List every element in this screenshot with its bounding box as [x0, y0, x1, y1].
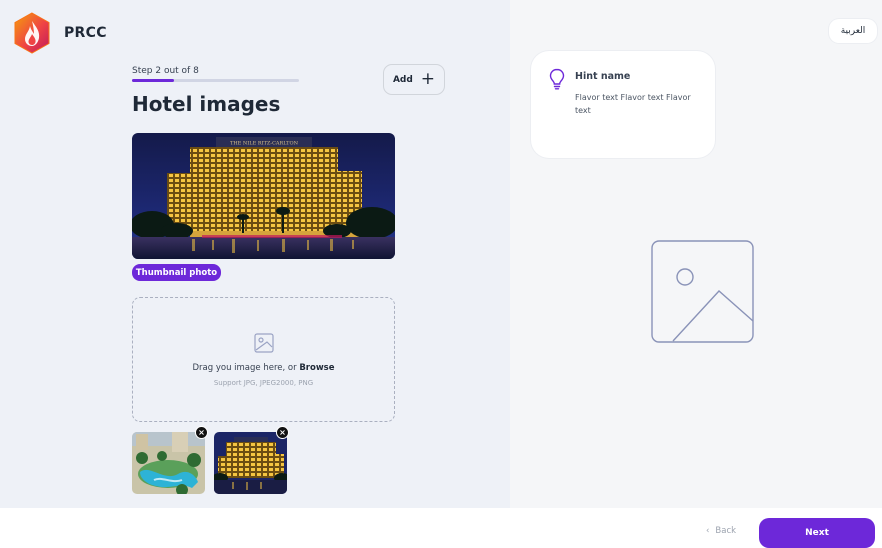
hint-title: Hint name	[575, 71, 631, 82]
progress-bar	[132, 79, 299, 82]
back-button[interactable]: ‹ Back	[706, 526, 736, 536]
image-placeholder-icon	[651, 240, 754, 343]
brand-name: PRCC	[64, 25, 107, 41]
remove-image-1-button[interactable]: ×	[195, 426, 208, 439]
hotel-night-photo-small	[214, 432, 287, 494]
uploaded-image-2[interactable]	[214, 432, 287, 494]
plus-icon: +	[420, 69, 436, 89]
hint-text: Flavor text Flavor text Flavor text	[575, 93, 691, 115]
next-button[interactable]: Next	[759, 518, 875, 548]
brand-logo[interactable]: PRCC	[12, 12, 107, 54]
flame-logo-icon	[14, 12, 50, 54]
dropzone-support-text: Support JPG, JPEG2000, PNG	[213, 379, 314, 387]
uploaded-image-1[interactable]	[132, 432, 205, 494]
image-icon	[253, 333, 274, 353]
progress-fill	[132, 79, 174, 82]
add-button[interactable]: Add +	[383, 64, 445, 95]
footer-bar	[0, 508, 882, 548]
language-toggle-button[interactable]: العربية	[829, 19, 877, 43]
dropzone-text: Drag you image here, or Browse	[192, 363, 335, 373]
chevron-left-icon: ‹	[706, 526, 710, 536]
hotel-sign-text: THE NILE RITZ-CARLTON	[230, 141, 299, 147]
thumbnail-badge: Thumbnail photo	[132, 264, 221, 281]
browse-link[interactable]: Browse	[299, 363, 334, 373]
hint-card: Hint name Flavor text Flavor text Flavor…	[531, 51, 715, 158]
resort-pool-photo	[132, 432, 205, 494]
image-dropzone[interactable]: Drag you image here, or Browse Support J…	[132, 297, 395, 422]
thumbnail-photo[interactable]: THE NILE RITZ-CARLTON	[132, 133, 395, 259]
add-button-label: Add	[392, 74, 413, 85]
back-button-label: Back	[715, 526, 737, 536]
hotel-night-photo: THE NILE RITZ-CARLTON	[132, 133, 395, 259]
step-indicator: Step 2 out of 8	[132, 66, 199, 76]
lightbulb-icon	[549, 68, 565, 90]
remove-image-2-button[interactable]: ×	[276, 426, 289, 439]
page-title: Hotel images	[132, 92, 281, 116]
